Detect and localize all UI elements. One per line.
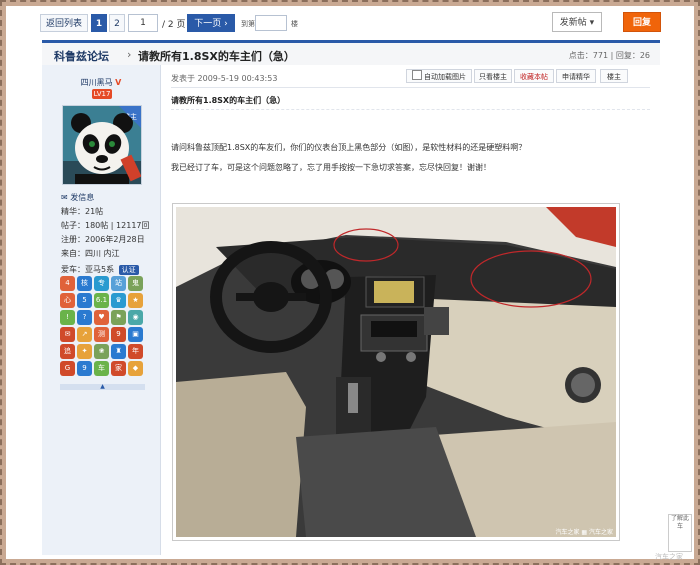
medal-icon[interactable]: ! bbox=[60, 310, 75, 325]
auto-load-images-label: 自动加载图片 bbox=[424, 73, 466, 81]
author-panel: 四川黑马 V LV17 楼主 ✉ 发信息 精华：21帖 帖子：180帖 | 12… bbox=[42, 65, 161, 555]
back-to-list-button[interactable]: 返回列表 bbox=[40, 14, 88, 32]
medal-icon[interactable]: 家 bbox=[111, 361, 126, 376]
divider bbox=[171, 87, 650, 88]
post-paragraph-1: 请问科鲁兹顶配1.8SX的车友们，你们的仪表台顶上黑色部分（如图），是软性材料的… bbox=[171, 143, 527, 152]
author-only-button[interactable]: 只看楼主 bbox=[474, 69, 512, 83]
medal-icon[interactable]: 追 bbox=[60, 344, 75, 359]
author-name[interactable]: 四川黑马 bbox=[81, 78, 113, 87]
medal-icon[interactable]: 站 bbox=[111, 276, 126, 291]
medal-icon[interactable]: ★ bbox=[128, 293, 143, 308]
medal-icon[interactable]: 心 bbox=[60, 293, 75, 308]
medal-icon[interactable]: 9 bbox=[111, 327, 126, 342]
site-watermark: 汽车之家 bbox=[655, 553, 683, 561]
page-input[interactable]: 1 bbox=[128, 14, 158, 32]
photo-watermark: 汽车之家 ▦ 汽车之家 bbox=[555, 529, 613, 536]
post-tools: 自动加载图片 只看楼主 收藏本帖 申请精华 楼主 bbox=[406, 69, 650, 83]
post-body: 发表于 2009-5-19 00:43:53 自动加载图片 只看楼主 收藏本帖 … bbox=[161, 65, 660, 555]
verified-icon: V bbox=[115, 78, 122, 87]
car-interior-image bbox=[176, 207, 616, 537]
medal-icon[interactable]: ↗ bbox=[77, 327, 92, 342]
expand-medals-toggle[interactable]: ▲ bbox=[60, 384, 145, 390]
medal-icon[interactable]: 专 bbox=[94, 276, 109, 291]
medal-icon[interactable]: G bbox=[60, 361, 75, 376]
author-name-line: 四川黑马 V bbox=[42, 77, 160, 88]
goto-floor-input[interactable] bbox=[255, 15, 287, 31]
car-line: 爱车：亚马5系 认证 bbox=[61, 264, 139, 275]
medal-icon[interactable]: ? bbox=[77, 310, 92, 325]
top-toolbar: 返回列表 1 2 1 / 2 页 下一页 › 到第 楼 发新帖 ▾ 回复 bbox=[36, 10, 662, 34]
level-badge: LV17 bbox=[92, 89, 112, 99]
apply-essence-button[interactable]: 申请精华 bbox=[556, 69, 596, 83]
new-post-button[interactable]: 发新帖 ▾ bbox=[552, 12, 602, 32]
forum-link[interactable]: 科鲁兹论坛 bbox=[54, 48, 109, 64]
medal-icon[interactable]: ✦ bbox=[77, 344, 92, 359]
car-verified-badge: 认证 bbox=[118, 265, 139, 275]
breadcrumb-separator: › bbox=[127, 48, 132, 61]
medal-icon[interactable]: ◆ bbox=[128, 361, 143, 376]
medal-icon[interactable]: ♛ bbox=[111, 293, 126, 308]
thread-titlebar: 科鲁兹论坛 › 请教所有1.8SX的车主们（急） 点击：771 | 回复：26 bbox=[42, 40, 660, 68]
next-page-button[interactable]: 下一页 › bbox=[187, 14, 235, 32]
post-title: 请教所有1.8SX的车主们（急） bbox=[171, 96, 286, 105]
reply-button[interactable]: 回复 bbox=[623, 12, 661, 32]
medal-icon[interactable]: 5 bbox=[77, 293, 92, 308]
auto-load-images-toggle[interactable]: 自动加载图片 bbox=[406, 69, 472, 83]
medal-icon[interactable]: ♥ bbox=[94, 310, 109, 325]
location: 来自：四川 内江 bbox=[61, 249, 120, 258]
collect-button[interactable]: 收藏本帖 bbox=[514, 69, 554, 83]
avatar[interactable]: 楼主 bbox=[62, 105, 142, 185]
thread-stats: 点击：771 | 回复：26 bbox=[568, 51, 650, 60]
divider bbox=[171, 109, 650, 110]
medal-icon[interactable]: ♜ bbox=[111, 344, 126, 359]
thread-title: 请教所有1.8SX的车主们（急） bbox=[138, 50, 295, 63]
medal-icon[interactable]: 4 bbox=[60, 276, 75, 291]
medal-icon[interactable]: ◉ bbox=[128, 310, 143, 325]
car-label[interactable]: 爱车：亚马5系 bbox=[61, 265, 114, 274]
register-date: 注册：2006年2月28日 bbox=[61, 235, 145, 244]
essence-count: 精华：21帖 bbox=[61, 207, 104, 216]
post-date: 发表于 2009-5-19 00:43:53 bbox=[171, 74, 278, 83]
floor-label: 楼主 bbox=[600, 69, 628, 83]
post-count: 帖子：180帖 | 12117回 bbox=[61, 221, 150, 230]
page-2-button[interactable]: 2 bbox=[109, 14, 125, 32]
goto-label: 到第 bbox=[241, 20, 255, 28]
mail-icon: ✉ bbox=[61, 193, 68, 202]
goto-unit: 楼 bbox=[291, 20, 298, 28]
page-1-button[interactable]: 1 bbox=[91, 14, 107, 32]
checkbox-icon bbox=[412, 70, 422, 80]
medal-icon[interactable]: 6.1 bbox=[94, 293, 109, 308]
medal-icon[interactable]: ▣ bbox=[128, 327, 143, 342]
medal-icon[interactable]: ✉ bbox=[60, 327, 75, 342]
medal-icon[interactable]: ❀ bbox=[94, 344, 109, 359]
send-message-label: 发信息 bbox=[70, 193, 95, 202]
learn-car-button[interactable]: 了解此车 bbox=[668, 514, 692, 552]
medal-icon[interactable]: 车 bbox=[94, 361, 109, 376]
medal-icon[interactable]: ⚑ bbox=[111, 310, 126, 325]
panda-avatar-icon bbox=[63, 106, 141, 184]
medal-icon[interactable]: 测 bbox=[94, 327, 109, 342]
medal-icon[interactable]: 核 bbox=[77, 276, 92, 291]
page-total: / 2 页 bbox=[162, 20, 186, 30]
medal-icon[interactable]: 鬼 bbox=[128, 276, 143, 291]
medal-grid: 4 核专站鬼心 5 6.1 ♛ ★!? ♥ ⚑ ◉ ✉ ↗ 测 9 ▣ 追 ✦ ❀ ♜ 年 G 9 车家 ◆ bbox=[60, 276, 148, 376]
medal-icon[interactable]: 9 bbox=[77, 361, 92, 376]
post-paragraph-2: 我已经订了车，可是这个问题忽略了，忘了用手按按一下急切求答案，忘尽快回复！谢谢！ bbox=[171, 163, 491, 172]
send-message-link[interactable]: ✉ 发信息 bbox=[61, 192, 94, 203]
medal-icon[interactable]: 年 bbox=[128, 344, 143, 359]
dashboard-photo[interactable]: 汽车之家 ▦ 汽车之家 bbox=[172, 203, 620, 541]
